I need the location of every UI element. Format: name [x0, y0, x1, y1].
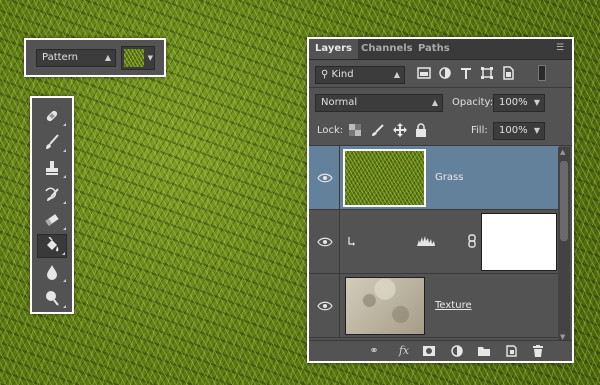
blur-tool[interactable] [37, 260, 67, 284]
opacity-label: Opacity: [452, 97, 494, 108]
stamp-icon [46, 161, 58, 175]
lock-position-icon[interactable] [393, 123, 407, 137]
blend-mode-dropdown[interactable]: Normal ▲ [315, 94, 443, 112]
layers-bottom-bar: ⚭ fx [309, 340, 572, 361]
bandage-icon [46, 110, 58, 122]
levels-adjustment-icon [417, 236, 435, 246]
layers-scrollbar[interactable]: ▲ ▼ [558, 147, 570, 342]
dodge-icon [46, 291, 59, 306]
layer-row-texture[interactable]: Texture [309, 274, 559, 338]
add-mask-icon[interactable] [422, 344, 436, 358]
smart-object-filter-icon[interactable] [501, 66, 515, 80]
tool-palette [30, 96, 74, 314]
panel-menu-icon[interactable]: ☰ [554, 43, 566, 53]
layer-name[interactable]: Texture [435, 300, 472, 311]
tab-layers[interactable]: Layers [309, 39, 358, 59]
filter-kind-value: Kind [331, 69, 354, 80]
pattern-picker[interactable]: ▼ [121, 46, 155, 70]
folder-icon[interactable] [477, 344, 491, 358]
layer-mask-thumbnail[interactable] [481, 213, 557, 271]
pixel-filter-icon[interactable] [417, 66, 431, 80]
adjustment-filter-icon[interactable] [438, 66, 452, 80]
opacity-field[interactable]: 100% ▼ [493, 94, 545, 112]
blur-drop-icon [47, 265, 57, 280]
lock-image-pixels-icon[interactable] [371, 123, 385, 137]
fill-label: Fill: [471, 125, 488, 136]
fx-icon[interactable]: fx [397, 344, 411, 358]
dropdown-arrow-icon: ▲ [104, 53, 111, 62]
fill-field[interactable]: 100% ▼ [493, 122, 545, 140]
eye-icon[interactable] [317, 300, 333, 312]
layers-panel: Layers Channels Paths ☰ ⚲ Kind ▲ Normal … [307, 37, 574, 363]
tab-channels[interactable]: Channels [355, 39, 419, 59]
dropdown-arrow-icon: ▲ [393, 70, 400, 79]
eye-icon[interactable] [317, 172, 333, 184]
paint-bucket-icon [47, 237, 59, 252]
eraser-tool[interactable] [37, 208, 67, 232]
trash-icon[interactable] [531, 344, 545, 358]
grass-pattern-thumbnail [124, 49, 144, 67]
lock-transparent-pixels-icon[interactable] [349, 124, 361, 136]
shape-filter-icon[interactable] [480, 66, 494, 80]
type-filter-icon[interactable] [459, 66, 473, 80]
divider [309, 87, 572, 88]
scroll-up-icon[interactable]: ▲ [560, 148, 565, 156]
lock-all-icon[interactable] [415, 123, 427, 137]
adjustment-layer-icon[interactable] [450, 344, 464, 358]
history-brush-tool[interactable] [37, 182, 67, 206]
brush-tool[interactable] [37, 130, 67, 154]
clipping-arrow-icon [348, 237, 355, 246]
blend-mode-value: Normal [321, 97, 358, 108]
new-layer-icon[interactable] [504, 344, 518, 358]
lock-label: Lock: [317, 125, 344, 136]
layer-row-adjustment[interactable] [309, 210, 559, 274]
link-layers-icon[interactable]: ⚭ [367, 344, 381, 358]
eraser-icon [45, 214, 59, 226]
opacity-value: 100% [499, 97, 528, 108]
fill-value: 100% [499, 125, 528, 136]
fill-source-dropdown[interactable]: Pattern ▲ [36, 49, 116, 67]
paint-bucket-tool[interactable] [37, 234, 67, 258]
layer-row-grass[interactable]: Grass [309, 146, 559, 210]
history-brush-icon [45, 187, 59, 201]
eye-icon[interactable] [317, 236, 333, 248]
layer-name[interactable]: Grass [435, 172, 463, 183]
filter-kind-dropdown[interactable]: ⚲ Kind ▲ [315, 66, 405, 84]
tab-paths[interactable]: Paths [412, 39, 456, 59]
dodge-tool[interactable] [37, 286, 67, 310]
dropdown-arrow-icon: ▲ [431, 98, 438, 107]
layer-thumbnail [345, 277, 425, 335]
fill-source-value: Pattern [42, 52, 78, 63]
scrollbar-thumb[interactable] [560, 161, 568, 241]
filter-toggle-switch[interactable] [538, 65, 546, 81]
panel-tabs: Layers Channels Paths ☰ [309, 39, 572, 60]
tool-options-bar: Pattern ▲ ▼ [24, 38, 166, 77]
search-icon: ⚲ [321, 69, 329, 80]
brush-icon [46, 134, 59, 149]
spot-healing-brush-tool[interactable] [37, 104, 67, 128]
chevron-down-icon: ▼ [533, 98, 540, 107]
layer-thumbnail [343, 149, 426, 207]
link-chain-icon[interactable] [467, 234, 477, 248]
chevron-down-icon: ▼ [147, 54, 153, 62]
clone-stamp-tool[interactable] [37, 156, 67, 180]
chevron-down-icon: ▼ [533, 126, 540, 135]
